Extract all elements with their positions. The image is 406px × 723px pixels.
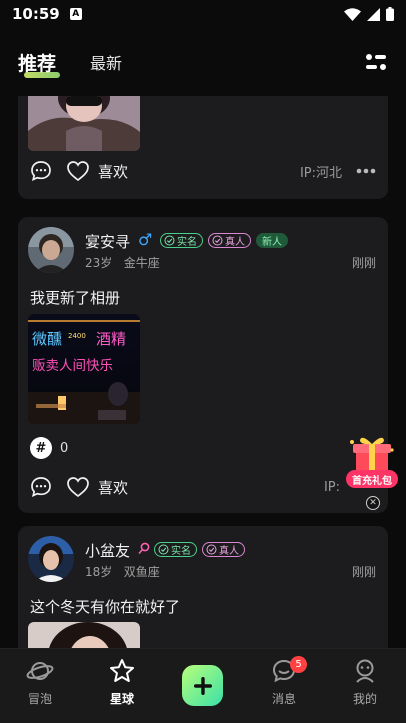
- top-tab-bar: 推荐 最新: [0, 38, 406, 86]
- check-shield-icon: [158, 544, 169, 555]
- hashtag-icon: #: [30, 437, 52, 459]
- close-icon[interactable]: ✕: [366, 496, 380, 510]
- photo-neon-text: 贩卖人间快乐: [32, 358, 113, 374]
- user-age: 23岁: [85, 256, 113, 270]
- post-author[interactable]: 小盆友 实名 真人 18岁 双鱼座 刚刚: [28, 536, 376, 584]
- more-icon[interactable]: [356, 168, 376, 174]
- post-actions: 喜欢 IP:: [30, 474, 376, 500]
- signal-icon: [367, 7, 380, 21]
- status-time: 10:59: [12, 5, 60, 23]
- photo-neon-text: 酒精: [96, 330, 126, 348]
- post-time: 刚刚: [351, 565, 376, 579]
- status-bar: 10:59 A: [0, 0, 406, 28]
- user-name[interactable]: 宴安寻: [85, 231, 130, 252]
- real-person-badge: 真人: [208, 233, 251, 248]
- post-text: 我更新了相册: [30, 289, 121, 307]
- new-user-badge: 新人: [256, 233, 288, 248]
- post-photo[interactable]: 微醺 2400 酒精 贩卖人间快乐: [28, 314, 140, 424]
- add-post-button[interactable]: [182, 665, 223, 706]
- nav-me-label: 我的: [352, 692, 377, 706]
- verified-badge: 实名: [154, 542, 197, 557]
- tab-latest[interactable]: 最新: [90, 50, 122, 74]
- notification-icon: A: [69, 8, 82, 20]
- gift-label: 首充礼包: [352, 476, 392, 487]
- heart-icon[interactable]: [66, 476, 90, 498]
- user-badges: 实名 真人 新人: [160, 233, 288, 248]
- real-person-badge-label: 真人: [225, 237, 245, 248]
- post-photo[interactable]: [28, 622, 140, 648]
- check-shield-icon: [212, 235, 223, 246]
- topic-chip[interactable]: # 0: [30, 436, 68, 460]
- check-shield-icon: [206, 544, 217, 555]
- check-shield-icon: [164, 235, 175, 246]
- plus-icon: [193, 676, 212, 695]
- nav-me[interactable]: 我的: [335, 657, 395, 707]
- like-label[interactable]: 喜欢: [98, 161, 128, 182]
- post-ip: IP:河北: [299, 165, 342, 181]
- user-age: 18岁: [85, 565, 113, 579]
- post-ip: IP:: [323, 479, 340, 495]
- nav-bubble[interactable]: 冒泡: [10, 657, 70, 707]
- user-zodiac: 双鱼座: [123, 565, 160, 579]
- profile-icon: [356, 659, 374, 683]
- verified-badge-label: 实名: [177, 237, 197, 248]
- wifi-icon: [344, 7, 361, 21]
- post-text: 这个冬天有你在就好了: [30, 598, 181, 616]
- post-author[interactable]: 宴安寻 ♂ 实名 真人 新人 23岁 金牛座 刚刚: [28, 227, 376, 275]
- like-label[interactable]: 喜欢: [98, 477, 128, 498]
- post-card[interactable]: 小盆友 实名 真人 18岁 双鱼座 刚刚 这个冬天有你在就好了: [18, 526, 388, 648]
- user-zodiac: 金牛座: [123, 256, 160, 270]
- nav-bubble-label: 冒泡: [27, 692, 52, 706]
- user-name[interactable]: 小盆友: [85, 540, 130, 561]
- post-photo[interactable]: [28, 96, 140, 151]
- user-age-zodiac: 23岁 金牛座: [85, 254, 160, 271]
- planet-icon: [26, 662, 54, 680]
- user-age-zodiac: 18岁 双鱼座: [85, 563, 160, 580]
- tab-recommend[interactable]: 推荐: [18, 49, 60, 78]
- battery-icon: [386, 7, 394, 21]
- nav-planet[interactable]: 星球: [92, 657, 152, 707]
- photo-neon-text: 2400: [68, 332, 86, 340]
- comment-icon[interactable]: [30, 476, 52, 498]
- real-person-badge: 真人: [202, 542, 245, 557]
- status-icons: [344, 7, 394, 21]
- filter-menu-icon[interactable]: [364, 52, 388, 72]
- real-person-badge-label: 真人: [219, 546, 239, 557]
- nav-messages-label: 消息: [271, 692, 296, 706]
- heart-icon[interactable]: [66, 160, 90, 182]
- post-actions: 喜欢 IP:河北: [30, 158, 376, 184]
- verified-badge: 实名: [160, 233, 203, 248]
- post-card[interactable]: 喜欢 IP:河北: [18, 96, 388, 199]
- comment-icon[interactable]: [30, 160, 52, 182]
- topic-count: 0: [60, 440, 69, 456]
- gender-female-icon: [138, 542, 150, 555]
- avatar[interactable]: [28, 227, 74, 273]
- avatar[interactable]: [28, 536, 74, 582]
- star-icon: [110, 659, 134, 682]
- photo-neon-text: 微醺: [32, 330, 62, 348]
- feed-list[interactable]: 喜欢 IP:河北 宴安寻 ♂ 实名 真人 新人 23岁 金牛座 刚刚 我更新了相…: [0, 96, 406, 648]
- post-time: 刚刚: [351, 256, 376, 270]
- user-badges: 实名 真人: [154, 542, 245, 557]
- message-count-badge: 5: [290, 656, 307, 673]
- tab-recommend-label: 推荐: [18, 52, 57, 75]
- post-card[interactable]: 宴安寻 ♂ 实名 真人 新人 23岁 金牛座 刚刚 我更新了相册 微醺 2400…: [18, 217, 388, 513]
- gender-male-icon: ♂: [138, 230, 153, 249]
- nav-planet-label: 星球: [109, 692, 134, 706]
- first-recharge-gift[interactable]: 首充礼包: [344, 434, 400, 494]
- verified-badge-label: 实名: [171, 546, 191, 557]
